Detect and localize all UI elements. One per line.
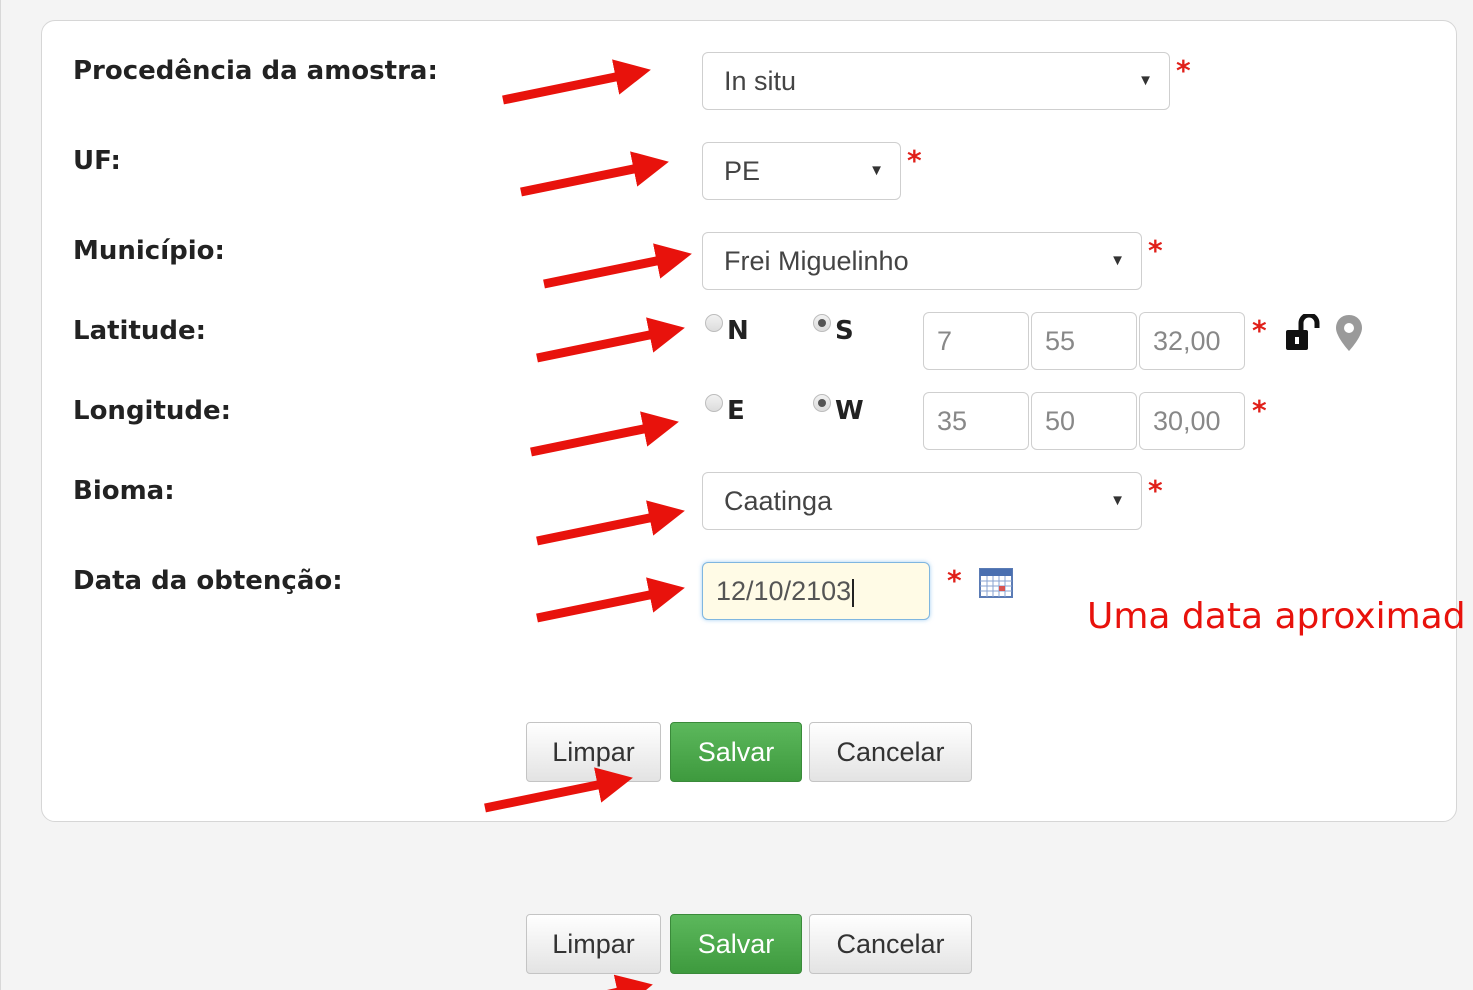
page: Procedência da amostra: In situ ▼ * UF: … [0, 0, 1473, 990]
annotation-arrow [520, 151, 669, 197]
annotation-arrow [536, 577, 685, 623]
annotation-arrow [484, 767, 633, 813]
annotation-arrow [543, 243, 692, 289]
annotation-arrow [502, 59, 651, 105]
annotation-arrows [484, 59, 692, 990]
annotation-arrow [530, 411, 679, 457]
annotation-arrow [536, 500, 685, 546]
annotation-arrow [536, 317, 685, 363]
